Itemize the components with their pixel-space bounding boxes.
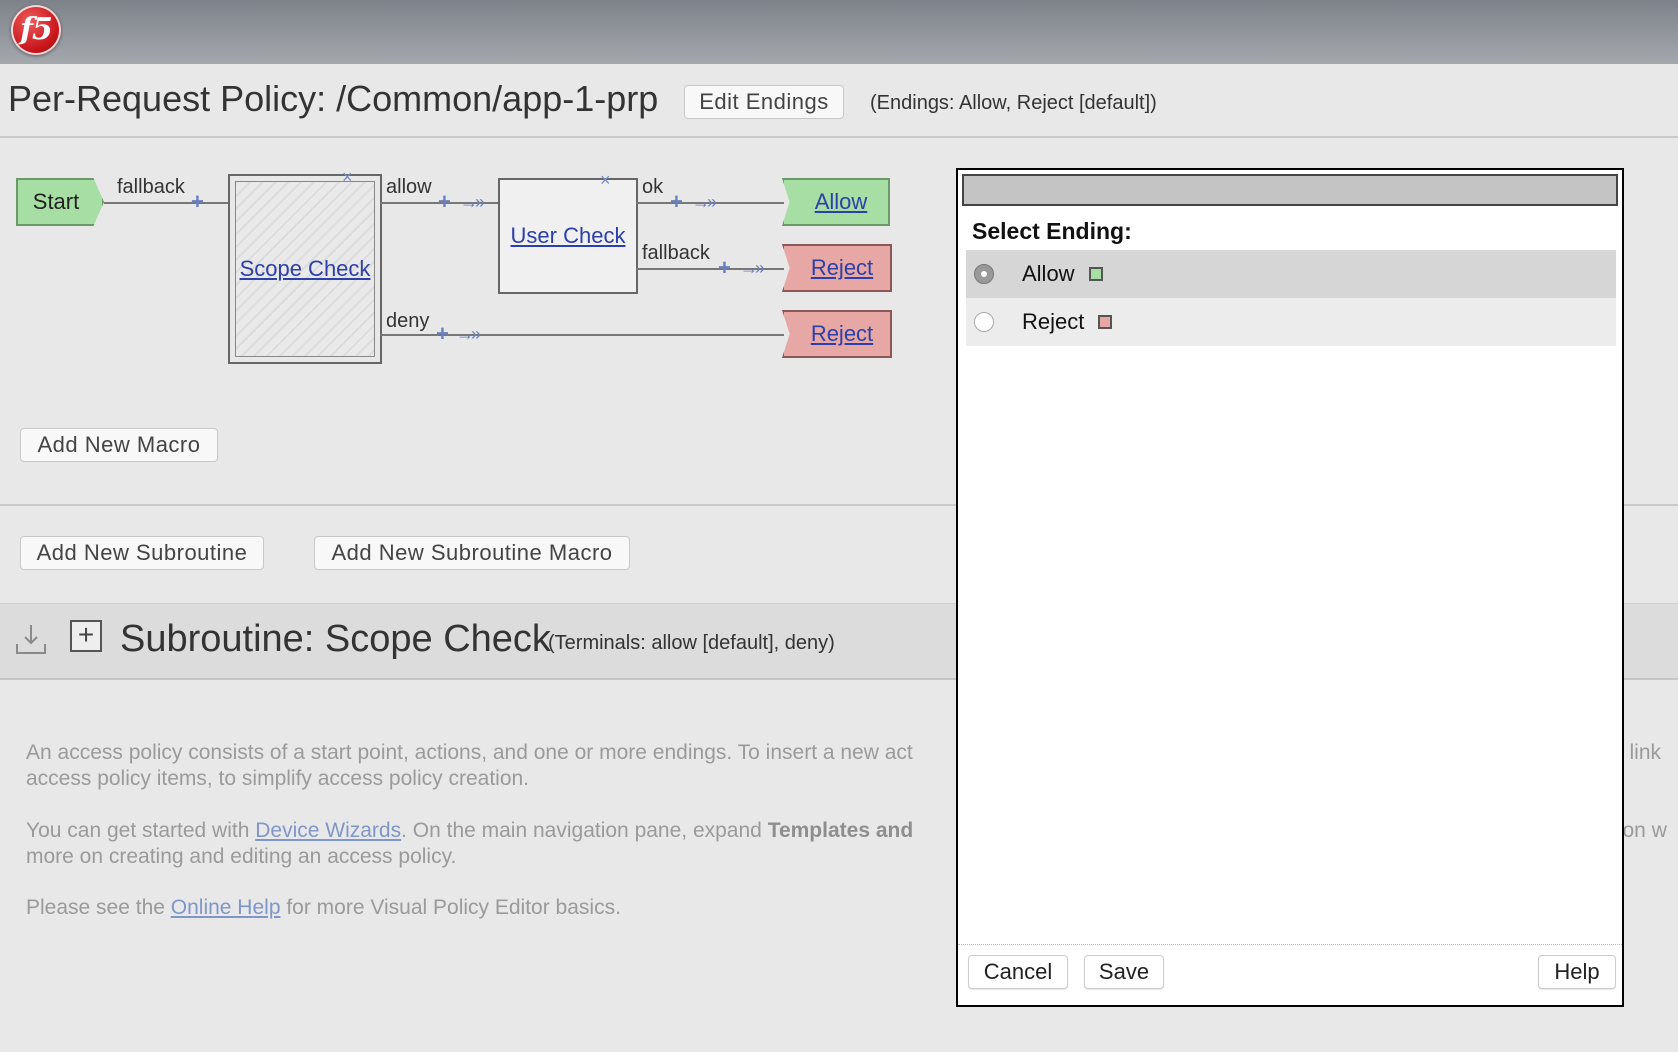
edit-endings-button[interactable]: Edit Endings: [684, 85, 844, 119]
endings-note: (Endings: Allow, Reject [default]): [870, 92, 1157, 114]
help-text-line: You can get started with Device Wizards.…: [26, 818, 913, 844]
help-text: You can get started with: [26, 819, 256, 842]
user-check-link[interactable]: User Check: [511, 223, 626, 249]
ending-reject-link[interactable]: Reject: [811, 321, 873, 347]
arrow-icon: →»: [692, 192, 717, 212]
help-text-line: access policy items, to simplify access …: [26, 766, 529, 792]
arrow-icon: →»: [740, 258, 765, 278]
connector-line: [104, 202, 228, 204]
add-item-icon[interactable]: +: [438, 191, 451, 213]
add-item-icon[interactable]: +: [718, 257, 731, 279]
help-text-line: An access policy consists of a start poi…: [26, 740, 913, 766]
add-new-subroutine-macro-button[interactable]: Add New Subroutine Macro: [314, 536, 630, 570]
option-label: Allow: [1022, 261, 1075, 286]
start-label: Start: [32, 189, 80, 214]
allow-color-swatch: [1088, 267, 1103, 281]
branch-label-deny: deny: [386, 310, 430, 332]
f5-logo-icon[interactable]: f5: [11, 5, 61, 55]
arrow-icon: →»: [456, 324, 481, 344]
cancel-button[interactable]: Cancel: [968, 955, 1068, 989]
branch-label-fallback: fallback: [642, 242, 710, 264]
subroutine-tree-icon[interactable]: [14, 622, 48, 656]
add-item-icon[interactable]: +: [191, 191, 204, 213]
help-text: more on creating and editing an access p…: [26, 845, 457, 868]
remove-user-check-icon[interactable]: ×: [600, 171, 611, 189]
radio-reject[interactable]: [974, 312, 994, 332]
policy-header: Per-Request Policy: /Common/app-1-prp Ed…: [0, 64, 1678, 138]
start-node: Start: [16, 178, 104, 226]
scope-check-node: Scope Check: [228, 174, 382, 364]
help-text: An access policy consists of a start poi…: [26, 741, 913, 764]
add-new-subroutine-button[interactable]: Add New Subroutine: [20, 536, 264, 570]
scope-check-link[interactable]: Scope Check: [240, 256, 371, 282]
ending-option-reject[interactable]: Reject: [966, 298, 1616, 346]
ending-reject-node: Reject: [782, 310, 892, 358]
dialog-heading: Select Ending:: [972, 218, 1132, 244]
reject-color-swatch: [1098, 315, 1113, 329]
help-text-line: Please see the Online Help for more Visu…: [26, 895, 621, 921]
save-button[interactable]: Save: [1084, 955, 1164, 989]
branch-label-allow: allow: [386, 176, 432, 198]
expand-plus-icon[interactable]: +: [70, 620, 102, 652]
help-text-line: more on creating and editing an access p…: [26, 844, 456, 870]
ending-allow-node: Allow: [782, 178, 890, 226]
ending-reject-node: Reject: [782, 244, 892, 292]
remove-scope-check-icon[interactable]: ×: [342, 168, 353, 186]
online-help-link[interactable]: Online Help: [171, 896, 281, 919]
device-wizards-link[interactable]: Device Wizards: [255, 819, 401, 842]
subroutine-title: Subroutine: Scope Check: [120, 618, 551, 660]
top-banner: f5: [0, 0, 1678, 64]
dialog-titlebar[interactable]: [962, 174, 1618, 206]
option-label: Reject: [1022, 309, 1085, 334]
add-item-icon[interactable]: +: [436, 323, 449, 345]
branch-label-ok: ok: [642, 176, 664, 198]
dialog-footer-divider: [958, 944, 1622, 945]
ending-reject-link[interactable]: Reject: [811, 255, 873, 281]
ending-option-allow[interactable]: Allow: [966, 250, 1616, 298]
add-new-macro-button[interactable]: Add New Macro: [20, 428, 218, 462]
page-title: Per-Request Policy: /Common/app-1-prp: [8, 78, 659, 119]
arrow-icon: →»: [460, 192, 485, 212]
help-text: . On the main navigation pane, expand: [401, 819, 768, 842]
branch-label-fallback: fallback: [117, 176, 185, 198]
subroutine-terminals-note: (Terminals: allow [default], deny): [548, 632, 835, 654]
scope-check-body: Scope Check: [235, 181, 375, 357]
help-text: for more Visual Policy Editor basics.: [280, 896, 621, 919]
add-item-icon[interactable]: +: [670, 191, 683, 213]
ending-allow-link[interactable]: Allow: [815, 189, 868, 215]
radio-allow[interactable]: [974, 264, 994, 284]
help-text-bold: Templates and: [767, 819, 914, 842]
help-button[interactable]: Help: [1538, 955, 1616, 989]
user-check-node: User Check: [498, 178, 638, 294]
select-ending-dialog: Select Ending: Allow Reject Cancel Save …: [956, 168, 1624, 1007]
help-text: access policy items, to simplify access …: [26, 767, 530, 790]
help-text: Please see the: [26, 896, 171, 919]
